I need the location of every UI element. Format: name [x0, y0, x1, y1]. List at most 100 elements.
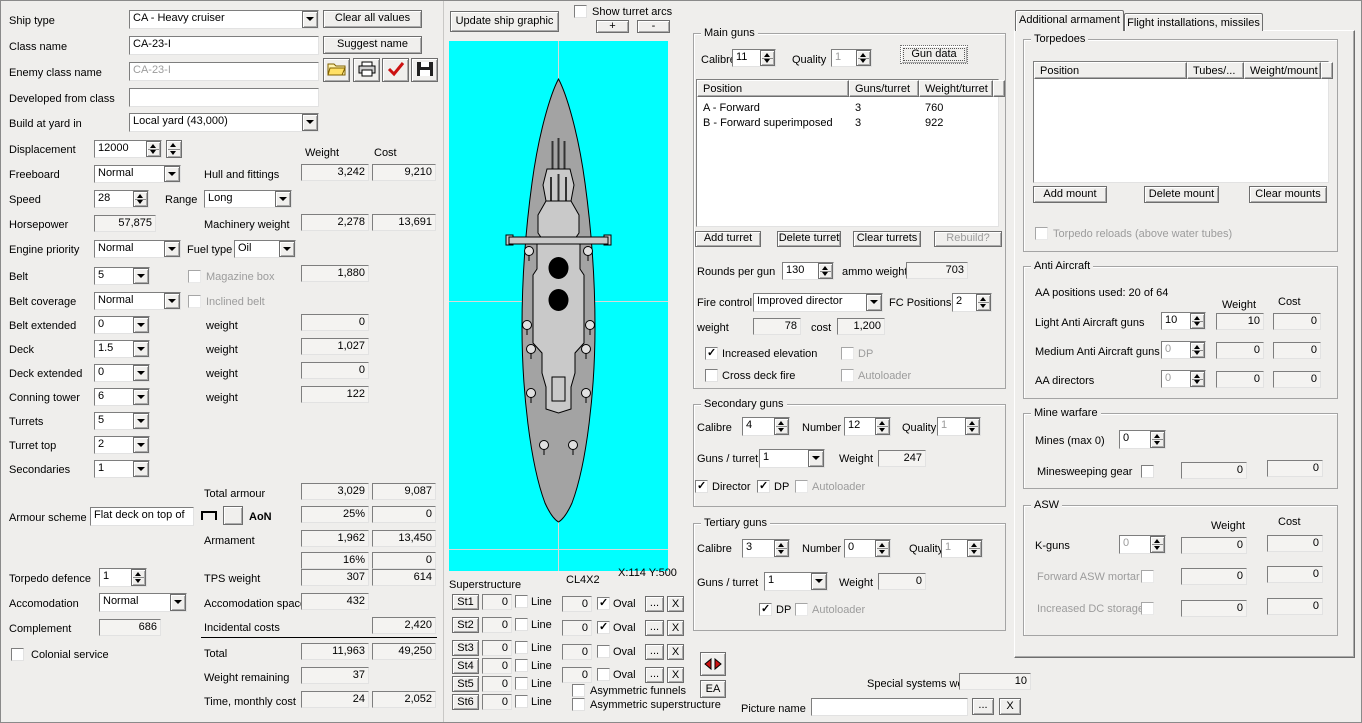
oval2-checkbox[interactable]	[597, 621, 610, 634]
column-header-tubes[interactable]: Tubes/...	[1187, 62, 1244, 79]
turret-row-weight[interactable]: 922	[925, 117, 943, 130]
light-aa-spinner[interactable]: 10	[1161, 312, 1206, 330]
st4-button[interactable]: St4	[452, 658, 479, 674]
chevron-down-icon[interactable]	[275, 191, 291, 207]
oval4-delete-button[interactable]: X	[667, 667, 684, 683]
oval1-delete-button[interactable]: X	[667, 596, 684, 612]
st6-button[interactable]: St6	[452, 694, 479, 710]
build-yard-dropdown[interactable]: Local yard (43,000)	[129, 113, 319, 132]
spinner-buttons[interactable]	[774, 540, 789, 557]
picture-name-input[interactable]	[811, 698, 968, 716]
spinner-buttons[interactable]	[774, 418, 789, 435]
engine-priority-dropdown[interactable]: Normal	[94, 240, 181, 258]
st5-button[interactable]: St5	[452, 676, 479, 692]
torpedo-defence-spinner[interactable]: 1	[99, 568, 147, 587]
chevron-down-icon[interactable]	[164, 293, 180, 309]
column-header-weight-per-mount[interactable]: Weight/mount	[1244, 62, 1321, 79]
chevron-down-icon[interactable]	[164, 241, 180, 257]
belt-extended-dropdown[interactable]: 0	[94, 316, 150, 334]
oval4-checkbox[interactable]	[597, 668, 610, 681]
chevron-down-icon[interactable]	[133, 365, 149, 381]
delete-turret-button[interactable]: Delete turret	[777, 231, 841, 247]
clear-turrets-button[interactable]: Clear turrets	[853, 231, 921, 247]
belt-coverage-dropdown[interactable]: Normal	[94, 292, 181, 310]
ea-button[interactable]: EA	[700, 680, 726, 698]
spinner-buttons[interactable]	[818, 263, 833, 279]
zoom-out-button[interactable]: -	[637, 20, 670, 33]
freeboard-dropdown[interactable]: Normal	[94, 165, 181, 183]
chevron-down-icon[interactable]	[808, 450, 824, 467]
oval4-browse-button[interactable]: ...	[645, 667, 664, 683]
st1-button[interactable]: St1	[452, 594, 479, 610]
tab-additional-armament[interactable]: Additional armament	[1015, 10, 1124, 31]
ship-type-dropdown[interactable]: CA - Heavy cruiser	[129, 10, 319, 29]
turret-top-dropdown[interactable]: 2	[94, 436, 150, 454]
gun-data-button[interactable]: Gun data	[900, 45, 968, 64]
developed-from-input[interactable]	[129, 88, 319, 107]
fuel-type-dropdown[interactable]: Oil	[234, 240, 296, 258]
deck-extended-dropdown[interactable]: 0	[94, 364, 150, 382]
show-turret-arcs-checkbox[interactable]	[574, 5, 587, 18]
save-button[interactable]	[411, 58, 438, 82]
secondary-dp-checkbox[interactable]	[757, 480, 770, 493]
accomodation-dropdown[interactable]: Normal	[99, 593, 187, 612]
chevron-down-icon[interactable]	[133, 389, 149, 405]
spinner-buttons[interactable]	[146, 141, 161, 157]
chevron-down-icon[interactable]	[133, 268, 149, 284]
chevron-down-icon[interactable]	[279, 241, 295, 257]
add-turret-button[interactable]: Add turret	[695, 231, 761, 247]
oval1-browse-button[interactable]: ...	[645, 596, 664, 612]
turret-row-position[interactable]: B - Forward superimposed	[703, 117, 833, 130]
st6-line-checkbox[interactable]	[515, 695, 528, 708]
spinner-buttons[interactable]	[875, 540, 890, 557]
turret-row-position[interactable]: A - Forward	[703, 102, 760, 115]
class-name-input[interactable]: CA-23-I	[129, 36, 319, 55]
cross-deck-fire-checkbox[interactable]	[705, 369, 718, 382]
oval2-delete-button[interactable]: X	[667, 620, 684, 636]
st3-line-checkbox[interactable]	[515, 641, 528, 654]
asymmetric-funnels-checkbox[interactable]	[572, 684, 585, 697]
print-button[interactable]	[353, 58, 380, 82]
tertiary-number-spinner[interactable]: 0	[844, 539, 891, 558]
clear-mounts-button[interactable]: Clear mounts	[1249, 186, 1327, 203]
spinner-buttons[interactable]	[875, 418, 890, 435]
ship-graphic-canvas[interactable]	[449, 41, 668, 571]
chevron-down-icon[interactable]	[866, 294, 882, 311]
turrets-dropdown[interactable]: 5	[94, 412, 150, 430]
check-design-button[interactable]	[382, 58, 409, 82]
secondary-calibre-spinner[interactable]: 4	[742, 417, 790, 436]
colonial-service-checkbox[interactable]	[11, 648, 24, 661]
st2-button[interactable]: St2	[452, 617, 479, 633]
st5-line-checkbox[interactable]	[515, 677, 528, 690]
column-header-weight-per-turret[interactable]: Weight/turret	[919, 80, 993, 97]
turret-row-weight[interactable]: 760	[925, 102, 943, 115]
main-guns-table[interactable]: Position Guns/turret Weight/turret A - F…	[696, 79, 999, 227]
oval1-checkbox[interactable]	[597, 597, 610, 610]
chevron-down-icon[interactable]	[133, 461, 149, 477]
spinner-buttons[interactable]	[976, 294, 991, 311]
chevron-down-icon[interactable]	[133, 413, 149, 429]
st1-line-checkbox[interactable]	[515, 595, 528, 608]
torpedoes-table[interactable]: Position Tubes/... Weight/mount	[1033, 61, 1329, 183]
displacement-fine-spinner[interactable]	[166, 140, 182, 158]
range-dropdown[interactable]: Long	[204, 190, 292, 208]
mines-spinner[interactable]: 0	[1119, 430, 1166, 449]
spinner-buttons[interactable]	[1150, 431, 1165, 448]
oval3-browse-button[interactable]: ...	[645, 644, 664, 660]
chevron-down-icon[interactable]	[164, 166, 180, 182]
increased-elevation-checkbox[interactable]	[705, 347, 718, 360]
main-calibre-spinner[interactable]: 11	[732, 49, 776, 67]
oval3-delete-button[interactable]: X	[667, 644, 684, 660]
chevron-down-icon[interactable]	[302, 11, 318, 28]
belt-dropdown[interactable]: 5	[94, 267, 150, 285]
turret-row-guns[interactable]: 3	[855, 117, 861, 130]
secondary-director-checkbox[interactable]	[695, 480, 708, 493]
spinner-buttons[interactable]	[133, 191, 148, 207]
secondary-number-spinner[interactable]: 12	[844, 417, 891, 436]
minesweeping-checkbox[interactable]	[1141, 465, 1154, 478]
turret-row-guns[interactable]: 3	[855, 102, 861, 115]
st4-line-checkbox[interactable]	[515, 659, 528, 672]
st2-line-checkbox[interactable]	[515, 618, 528, 631]
suggest-name-button[interactable]: Suggest name	[323, 36, 422, 54]
add-mount-button[interactable]: Add mount	[1033, 186, 1107, 203]
